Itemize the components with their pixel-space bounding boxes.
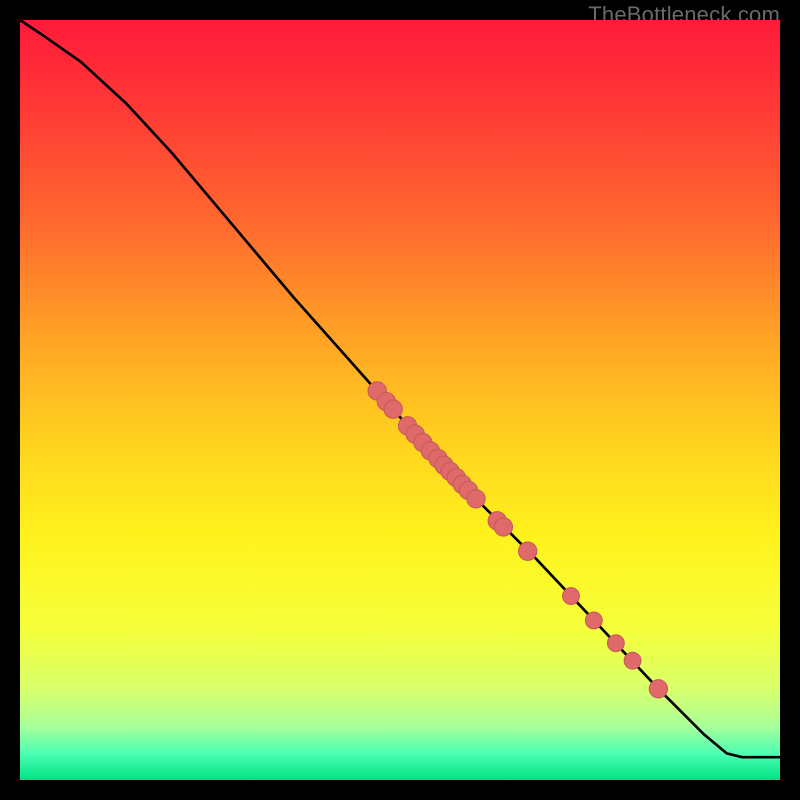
chart-frame: TheBottleneck.com bbox=[0, 0, 800, 800]
data-dot bbox=[467, 490, 485, 508]
chart-plot bbox=[20, 20, 780, 780]
data-dot bbox=[649, 680, 667, 698]
data-dot bbox=[384, 400, 402, 418]
data-dot bbox=[624, 652, 641, 669]
data-dot bbox=[607, 635, 624, 652]
data-dot bbox=[563, 588, 580, 605]
data-dot bbox=[494, 518, 512, 536]
data-dot bbox=[585, 612, 602, 629]
data-dot bbox=[519, 542, 537, 560]
gradient-rect bbox=[20, 20, 780, 780]
